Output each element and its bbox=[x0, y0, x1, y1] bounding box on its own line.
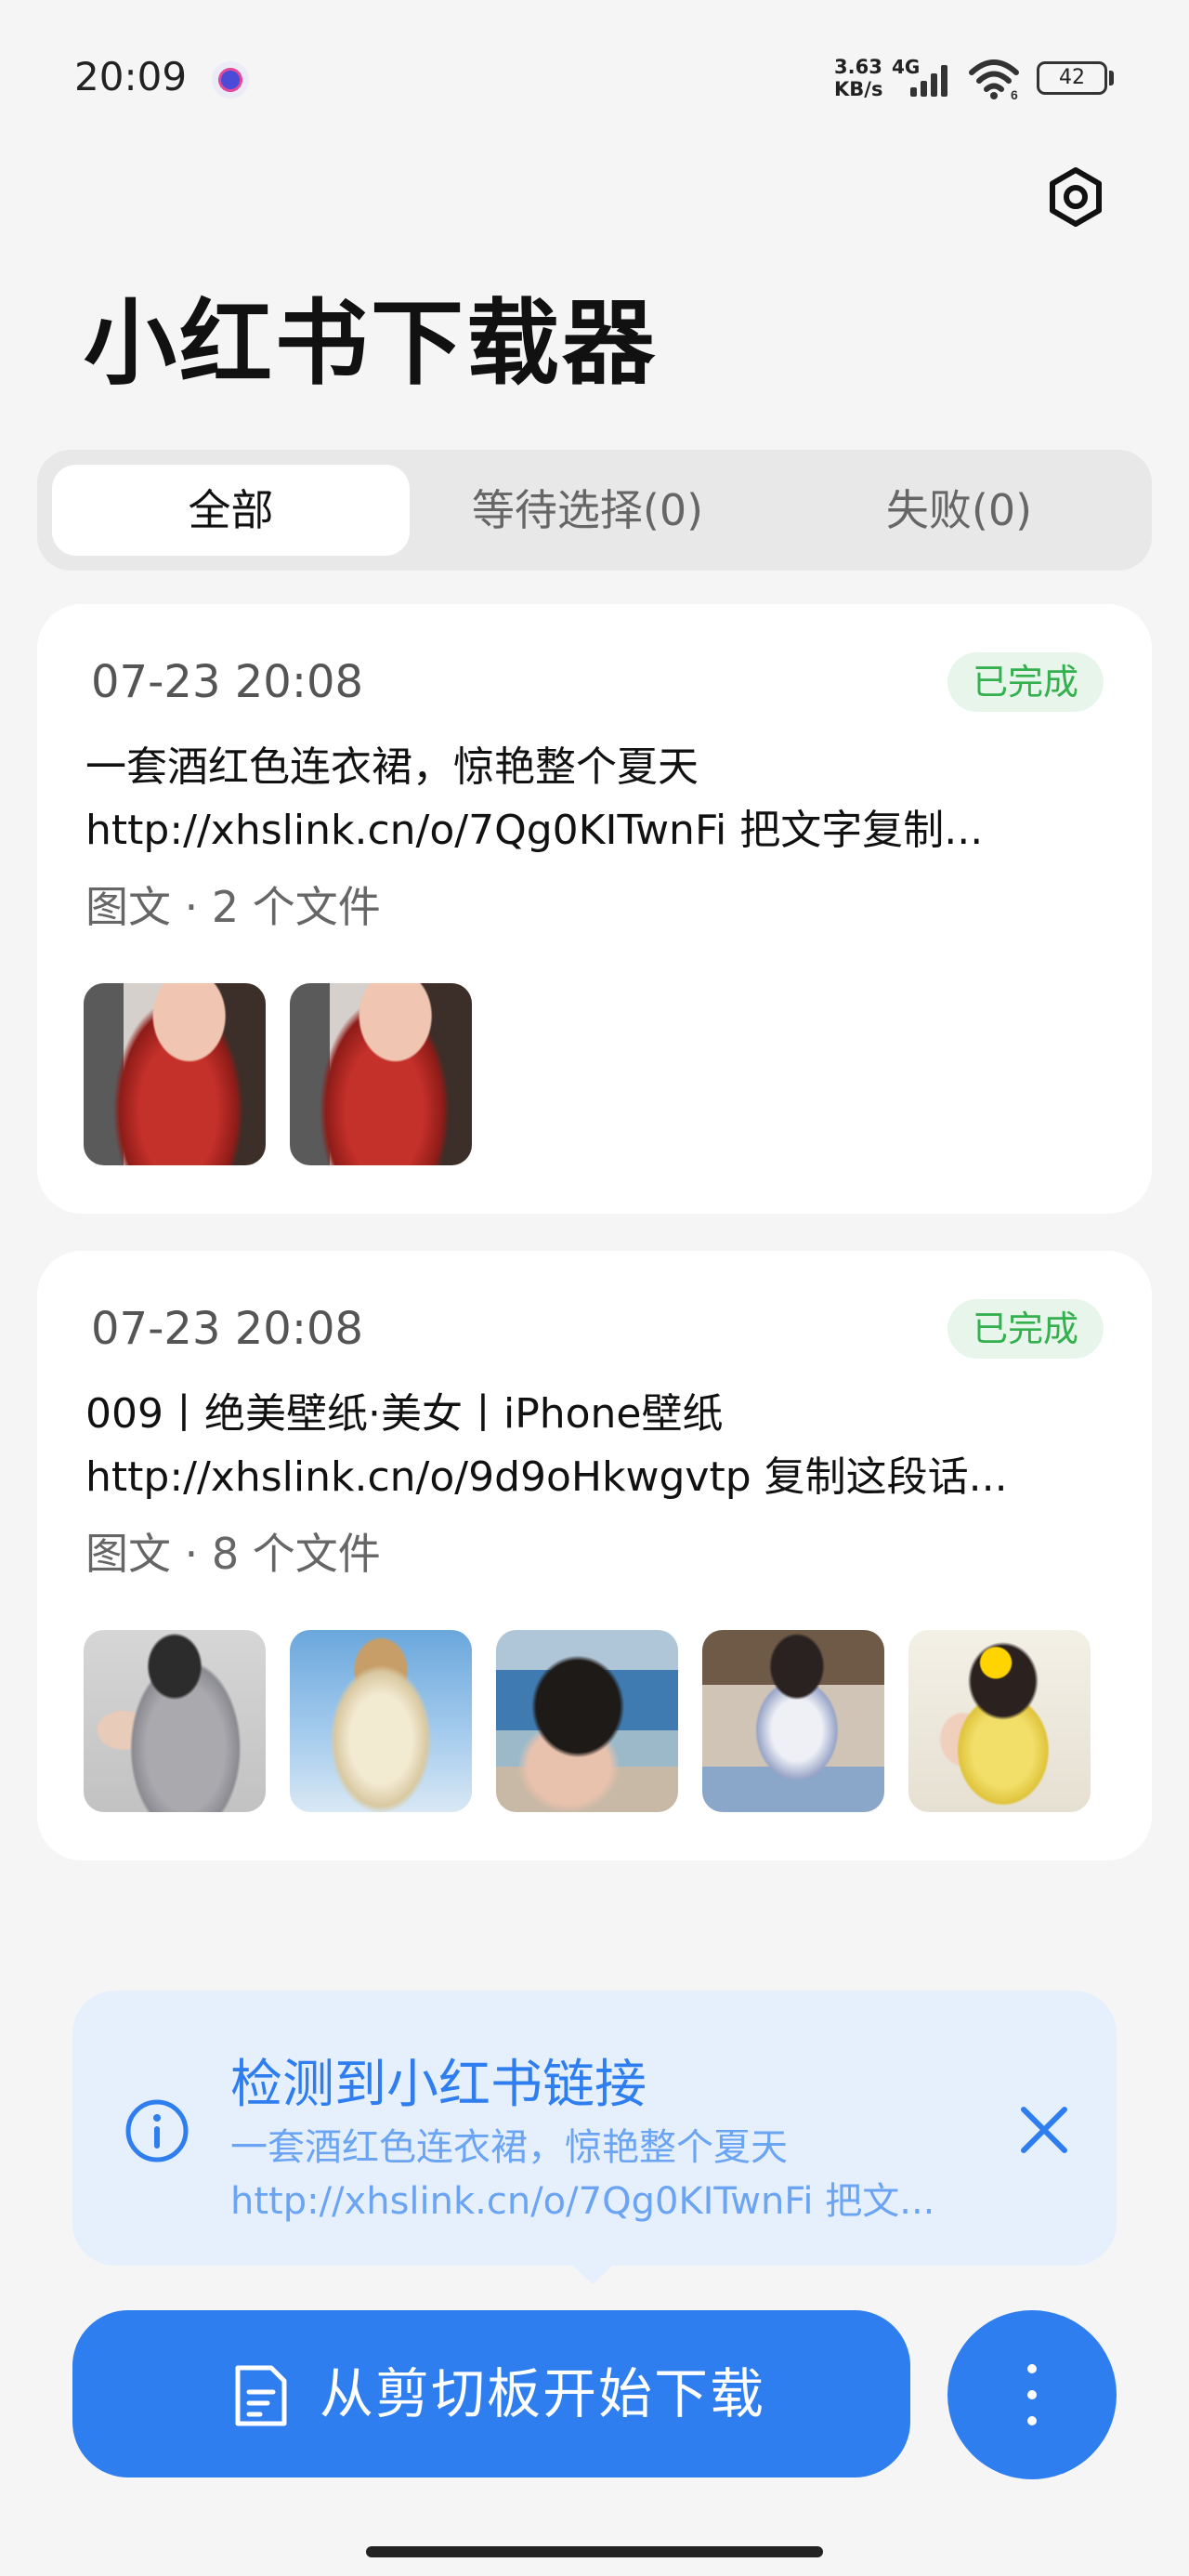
network-speed-value: 3.63 bbox=[834, 56, 882, 78]
card-link: http://xhslink.cn/o/9d9oHkwgvtp 复制这段话... bbox=[85, 1453, 1008, 1501]
status-badge: 已完成 bbox=[947, 652, 1104, 712]
info-icon bbox=[125, 2099, 189, 2162]
filter-tabs: 全部 等待选择(0) 失败(0) bbox=[37, 450, 1152, 571]
tab-failed[interactable]: 失败(0) bbox=[780, 465, 1138, 556]
status-time: 20:09 bbox=[74, 54, 188, 99]
close-icon bbox=[1021, 2107, 1067, 2153]
card-text: 一套酒红色连衣裙，惊艳整个夏天 http://xhslink.cn/o/7Qg0… bbox=[85, 736, 1126, 862]
status-bar: 20:09 3.63 KB/s 4G 6 42 bbox=[0, 0, 1189, 158]
card-date: 07-23 20:08 bbox=[91, 656, 364, 708]
card-link: http://xhslink.cn/o/7Qg0KITwnFi 把文字复制... bbox=[85, 807, 984, 854]
network-speed: 3.63 KB/s bbox=[834, 56, 882, 100]
page-title: 小红书下载器 bbox=[84, 289, 658, 398]
toast-pointer bbox=[567, 2260, 619, 2284]
battery-cap bbox=[1109, 71, 1114, 85]
toast-close-button[interactable] bbox=[1011, 2096, 1078, 2163]
more-options-button[interactable] bbox=[947, 2310, 1117, 2479]
home-indicator[interactable] bbox=[366, 2546, 823, 2557]
toast-body: 一套酒红色连衣裙，惊艳整个夏天 http://xhslink.cn/o/7Qg0… bbox=[230, 2121, 955, 2228]
download-card[interactable]: 07-23 20:08 已完成 一套酒红色连衣裙，惊艳整个夏天 http://x… bbox=[37, 604, 1152, 1214]
battery-indicator: 42 bbox=[1037, 61, 1107, 95]
download-button-label: 从剪切板开始下载 bbox=[320, 2362, 766, 2425]
download-card[interactable]: 07-23 20:08 已完成 009丨绝美壁纸·美女丨iPhone壁纸 htt… bbox=[37, 1251, 1152, 1860]
status-badge: 已完成 bbox=[947, 1299, 1104, 1359]
thumbnail[interactable] bbox=[496, 1630, 678, 1812]
gear-icon bbox=[1050, 167, 1102, 227]
cell-signal-icon bbox=[910, 65, 947, 97]
thumbnail[interactable] bbox=[702, 1630, 884, 1812]
wifi-icon: 6 bbox=[969, 59, 1019, 100]
toast-line-2: http://xhslink.cn/o/7Qg0KITwnFi 把文... bbox=[230, 2180, 935, 2223]
thumbnail[interactable] bbox=[290, 983, 472, 1165]
thumbnail[interactable] bbox=[84, 1630, 266, 1812]
toast-line-1: 一套酒红色连衣裙，惊艳整个夏天 bbox=[230, 2126, 788, 2169]
card-meta: 图文 · 2 个文件 bbox=[85, 882, 381, 932]
tab-pending[interactable]: 等待选择(0) bbox=[409, 465, 766, 556]
card-text: 009丨绝美壁纸·美女丨iPhone壁纸 http://xhslink.cn/o… bbox=[85, 1383, 1126, 1509]
download-from-clipboard-button[interactable]: 从剪切板开始下载 bbox=[72, 2310, 910, 2477]
thumbnail[interactable] bbox=[290, 1630, 472, 1812]
notification-app-icon bbox=[212, 61, 249, 99]
card-meta: 图文 · 8 个文件 bbox=[85, 1529, 381, 1579]
card-title: 009丨绝美壁纸·美女丨iPhone壁纸 bbox=[85, 1390, 724, 1438]
card-date: 07-23 20:08 bbox=[91, 1303, 364, 1355]
wifi-generation-label: 6 bbox=[1011, 87, 1018, 100]
clipboard-link-toast[interactable]: 检测到小红书链接 一套酒红色连衣裙，惊艳整个夏天 http://xhslink.… bbox=[72, 1991, 1117, 2266]
thumbnail[interactable] bbox=[908, 1630, 1091, 1812]
clipboard-icon bbox=[235, 2365, 287, 2426]
toast-title: 检测到小红书链接 bbox=[230, 2055, 647, 2115]
thumbnail[interactable] bbox=[84, 983, 266, 1165]
network-speed-unit: KB/s bbox=[834, 78, 883, 100]
card-title: 一套酒红色连衣裙，惊艳整个夏天 bbox=[85, 743, 699, 791]
tab-all[interactable]: 全部 bbox=[52, 465, 410, 556]
settings-button[interactable] bbox=[1044, 165, 1107, 229]
